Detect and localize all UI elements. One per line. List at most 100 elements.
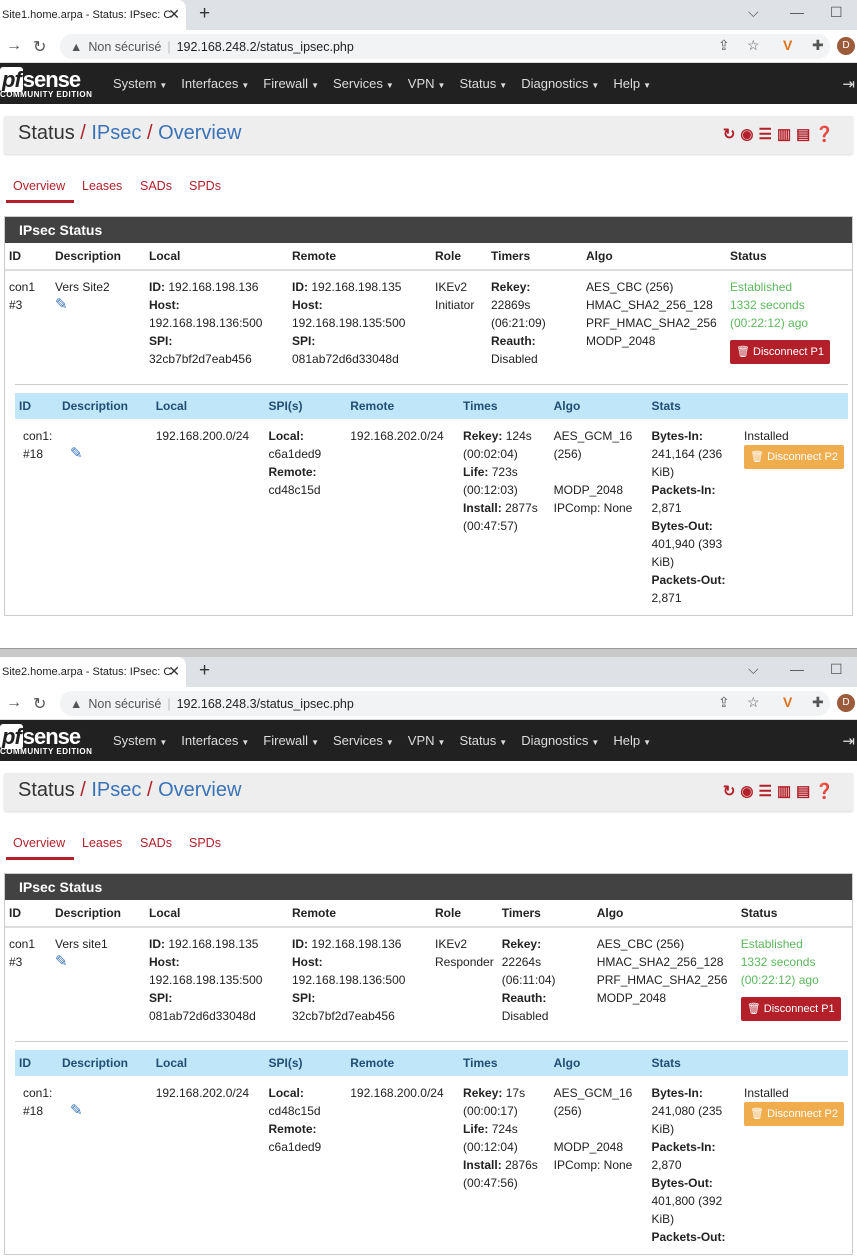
p1-remote: ID: 192.168.198.135 Host: 192.168.198.13…	[288, 270, 431, 376]
menu-item[interactable]: Diagnostics ▼	[521, 76, 599, 91]
disconnect-p1-button[interactable]: 🗑 Disconnect P1	[730, 340, 830, 364]
p2-spi-remote: cd48c15d	[268, 483, 321, 497]
breadcrumb-ipsec[interactable]: IPsec	[91, 779, 141, 801]
menu-item[interactable]: Help ▼	[613, 76, 651, 91]
maximize-icon[interactable]: ☐	[830, 661, 843, 678]
chevron-down-icon[interactable]: ⌵	[748, 661, 759, 678]
tab-sads[interactable]: SADs	[140, 179, 172, 193]
minimize-icon[interactable]: —	[790, 4, 804, 20]
chart-icon[interactable]: ▥	[777, 126, 796, 143]
chart-icon[interactable]: ▥	[777, 783, 796, 800]
puzzle-icon[interactable]: ✚	[812, 37, 824, 54]
p1-local-spi: 32cb7bf2d7eab456	[149, 352, 252, 366]
restart-icon[interactable]: ↻	[723, 783, 741, 800]
help-icon[interactable]: ❓	[815, 126, 839, 143]
column-header: ID	[5, 900, 51, 928]
disconnect-p2-button[interactable]: 🗑 Disconnect P2	[744, 445, 844, 469]
restart-icon[interactable]: ↻	[723, 126, 741, 143]
p2-state: Installed 🗑 Disconnect P2	[740, 419, 848, 615]
maximize-icon[interactable]: ☐	[830, 4, 843, 21]
edit-pencil-icon[interactable]: ✎	[55, 953, 141, 971]
tab-spds[interactable]: SPDs	[189, 836, 221, 850]
star-icon[interactable]: ☆	[747, 37, 760, 54]
menu-item[interactable]: Help ▼	[613, 733, 651, 748]
tab-overview[interactable]: Overview	[13, 836, 65, 850]
avatar[interactable]: D	[837, 694, 855, 712]
share-icon[interactable]: ⇪	[718, 37, 730, 54]
menu-item[interactable]: Status ▼	[459, 76, 507, 91]
log-icon[interactable]: ▤	[796, 126, 815, 143]
menu-item[interactable]: Firewall ▼	[263, 733, 319, 748]
menu-item[interactable]: Firewall ▼	[263, 76, 319, 91]
menu-item[interactable]: Services ▼	[333, 733, 394, 748]
avatar[interactable]: D	[837, 37, 855, 55]
p2-bytes-out-unit: KiB)	[651, 1212, 675, 1226]
browser-tab[interactable]: Site1.home.arpa - Status: IPsec: C ✕	[0, 0, 186, 30]
pfsense-logo[interactable]: pfsense COMMUNITY EDITION	[0, 67, 92, 99]
breadcrumb-overview[interactable]: Overview	[158, 122, 241, 144]
edit-pencil-icon[interactable]: ✎	[70, 445, 148, 463]
p2-bytes-in-unit: KiB)	[651, 465, 675, 479]
share-icon[interactable]: ⇪	[718, 694, 730, 711]
tab-overview[interactable]: Overview	[13, 179, 65, 193]
settings-sliders-icon[interactable]: ☰	[758, 126, 776, 143]
address-bar[interactable]: ▲ Non sécurisé | 192.168.248.3/status_ipsec…	[60, 691, 830, 716]
menu-item[interactable]: Services ▼	[333, 76, 394, 91]
disconnect-p2-button[interactable]: 🗑 Disconnect P2	[744, 1102, 844, 1126]
menu-item-label: System	[113, 733, 157, 748]
menu-item[interactable]: Interfaces ▼	[181, 76, 249, 91]
p2-id: con1: #18	[15, 1076, 58, 1254]
back-icon[interactable]: →	[6, 694, 22, 712]
label-reauth: Reauth:	[491, 334, 536, 348]
star-icon[interactable]: ☆	[747, 694, 760, 711]
help-icon[interactable]: ❓	[815, 783, 839, 800]
disconnect-p1-label: Disconnect P1	[753, 346, 824, 358]
extension-v-icon[interactable]: V	[783, 37, 792, 53]
p1-role-ike: IKEv2	[435, 280, 468, 294]
disconnect-p1-button[interactable]: 🗑 Disconnect P1	[740, 997, 841, 1021]
stop-icon[interactable]: ◉	[740, 783, 758, 800]
menu-item-label: Status	[459, 733, 497, 748]
browser-tab[interactable]: Site2.home.arpa - Status: IPsec: C ✕	[0, 657, 186, 687]
breadcrumb-ipsec[interactable]: IPsec	[91, 122, 141, 144]
tab-spds[interactable]: SPDs	[189, 179, 221, 193]
minimize-icon[interactable]: —	[790, 661, 804, 677]
menu-item[interactable]: System ▼	[113, 76, 167, 91]
close-icon[interactable]: ✕	[168, 6, 180, 23]
extension-v-icon[interactable]: V	[783, 694, 792, 710]
back-icon[interactable]: →	[6, 37, 22, 55]
menu-item[interactable]: VPN ▼	[408, 733, 446, 748]
new-tab-icon[interactable]: +	[199, 660, 210, 682]
p2-stats: Bytes-In: 241,080 (235 KiB) Packets-In: …	[647, 1076, 740, 1254]
logout-icon[interactable]: ⇥	[842, 75, 855, 93]
chevron-down-icon[interactable]: ⌵	[748, 4, 759, 21]
settings-sliders-icon[interactable]: ☰	[758, 783, 776, 800]
edit-pencil-icon[interactable]: ✎	[70, 1102, 148, 1120]
reload-icon[interactable]: ↻	[33, 37, 46, 57]
tab-sads[interactable]: SADs	[140, 836, 172, 850]
tab-leases[interactable]: Leases	[82, 179, 122, 193]
log-icon[interactable]: ▤	[796, 783, 815, 800]
menu-item[interactable]: System ▼	[113, 733, 167, 748]
breadcrumb-overview[interactable]: Overview	[158, 779, 241, 801]
edit-pencil-icon[interactable]: ✎	[55, 296, 141, 314]
puzzle-icon[interactable]: ✚	[812, 694, 824, 711]
p1-local-id: 192.168.198.136	[168, 280, 259, 294]
panel-title: IPsec Status	[5, 217, 852, 243]
tab-leases[interactable]: Leases	[82, 836, 122, 850]
p1-algo-item: AES_CBC (256)	[586, 280, 674, 294]
new-tab-icon[interactable]: +	[199, 3, 210, 25]
menu-item-label: Interfaces	[181, 733, 239, 748]
address-bar[interactable]: ▲ Non sécurisé | 192.168.248.2/status_ipsec…	[60, 34, 830, 59]
menu-item[interactable]: Diagnostics ▼	[521, 733, 599, 748]
close-icon[interactable]: ✕	[168, 663, 180, 680]
stop-icon[interactable]: ◉	[740, 126, 758, 143]
p1-status-established: Established	[740, 937, 803, 951]
pfsense-logo[interactable]: pfsense COMMUNITY EDITION	[0, 724, 92, 756]
logout-icon[interactable]: ⇥	[842, 732, 855, 750]
menu-item[interactable]: Interfaces ▼	[181, 733, 249, 748]
menu-item[interactable]: Status ▼	[459, 733, 507, 748]
reload-icon[interactable]: ↻	[33, 694, 46, 714]
menu-item[interactable]: VPN ▼	[408, 76, 446, 91]
column-header: Times	[459, 1050, 550, 1076]
